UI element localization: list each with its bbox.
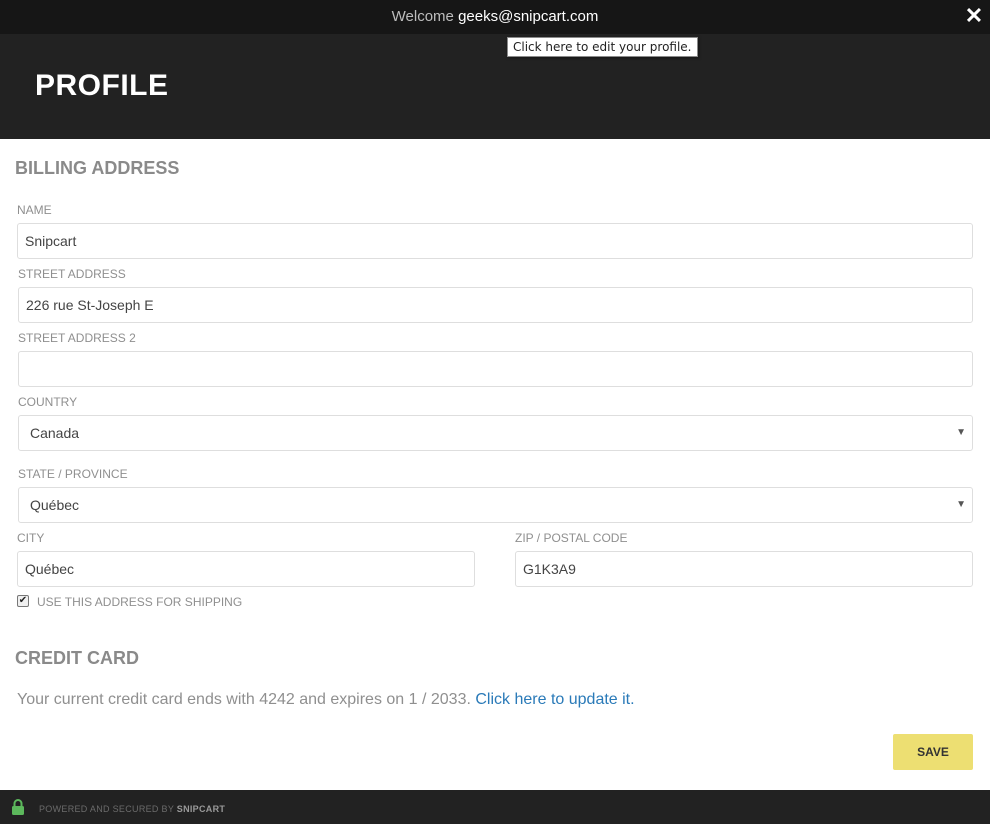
- update-card-link[interactable]: Click here to update it.: [475, 691, 634, 708]
- brand-name: SNIPCART: [176, 804, 226, 814]
- shipping-checkbox-label[interactable]: USE THIS ADDRESS FOR SHIPPING: [37, 595, 242, 609]
- profile-email-link[interactable]: geeks@snipcart.com: [458, 8, 598, 25]
- name-input[interactable]: Snipcart: [17, 223, 973, 259]
- close-icon[interactable]: ✕: [962, 4, 986, 28]
- city-input[interactable]: Québec: [17, 551, 475, 587]
- credit-card-info: Your current credit card ends with 4242 …: [17, 691, 635, 709]
- welcome-message: Welcome geeks@snipcart.com: [0, 8, 990, 25]
- dropdown-arrow-icon: ▼: [956, 427, 966, 438]
- footer: POWERED AND SECURED BY SNIPCART: [0, 790, 990, 824]
- city-label: CITY: [17, 531, 45, 545]
- street-address-2-label: STREET ADDRESS 2: [18, 331, 136, 345]
- powered-by-text: POWERED AND SECURED BY SNIPCART: [39, 804, 225, 814]
- shipping-checkbox[interactable]: ✔: [17, 595, 29, 607]
- name-label: NAME: [17, 203, 52, 217]
- page-title: PROFILE: [35, 69, 169, 102]
- page-header: PROFILE: [0, 34, 990, 139]
- state-province-select[interactable]: Québec ▼: [18, 487, 973, 523]
- state-province-label: STATE / PROVINCE: [18, 467, 128, 481]
- billing-section-title: BILLING ADDRESS: [15, 158, 180, 178]
- welcome-prefix: Welcome: [391, 8, 454, 25]
- powered-label: POWERED AND SECURED BY: [39, 804, 174, 814]
- country-label: COUNTRY: [18, 395, 78, 409]
- state-selected-value: Québec: [30, 497, 80, 513]
- tooltip: Click here to edit your profile.: [507, 37, 698, 57]
- top-bar: Welcome geeks@snipcart.com ✕: [0, 0, 990, 34]
- street-address-input[interactable]: 226 rue St-Joseph E: [18, 287, 973, 323]
- credit-card-text: Your current credit card ends with 4242 …: [17, 691, 471, 708]
- credit-card-section-title: CREDIT CARD: [15, 648, 139, 668]
- country-selected-value: Canada: [30, 425, 80, 441]
- street-address-2-input[interactable]: [18, 351, 973, 387]
- dropdown-arrow-icon: ▼: [956, 499, 966, 510]
- zip-label: ZIP / POSTAL CODE: [515, 531, 628, 545]
- street-address-label: STREET ADDRESS: [18, 267, 126, 281]
- country-select[interactable]: Canada ▼: [18, 415, 973, 451]
- save-button[interactable]: SAVE: [893, 734, 973, 770]
- lock-icon: [12, 799, 24, 815]
- zip-input[interactable]: G1K3A9: [515, 551, 973, 587]
